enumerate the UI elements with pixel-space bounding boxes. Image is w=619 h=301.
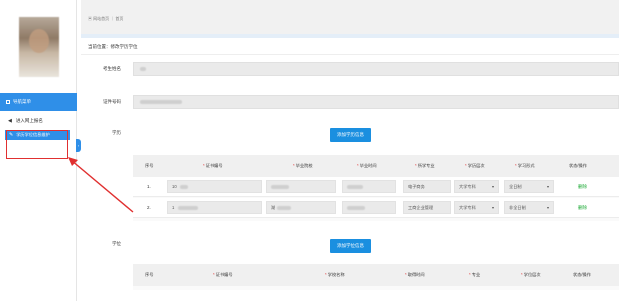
chevron-left-icon: ‹ [77, 143, 80, 148]
name-field[interactable] [133, 62, 619, 76]
major-input[interactable]: 工商企业管理 [403, 201, 451, 214]
col-header-grad-time: * 毕业时间 [357, 163, 377, 168]
form-select[interactable]: 全日制 ▾ [504, 180, 554, 193]
major-input[interactable]: 电子商务 [403, 180, 451, 193]
delete-link[interactable]: 删除 [578, 205, 587, 211]
delete-link[interactable]: 删除 [578, 184, 587, 190]
name-label: 考生姓名 [103, 66, 121, 71]
school-input[interactable] [266, 180, 336, 193]
col-header-school: * 毕业院校 [293, 163, 313, 168]
degree-table: 序号 * 证书编号 * 毕业院校 * 毕业时间 * 所学专业 * 学历层次 * … [133, 155, 619, 221]
main-content: 当前位置：修改学历学位 考生姓名 证件号码 学历 添加学历信息 序号 * 证书编… [81, 38, 619, 301]
col-header-major: * 所学专业 [415, 163, 435, 168]
add-degree-button[interactable]: 添加学历信息 [330, 128, 371, 142]
nav-title: 导航菜单 [13, 99, 31, 104]
row-index: 2. [147, 205, 151, 210]
col-header-obtain-time: * 取得时间 [405, 272, 425, 277]
nav-header: 导航菜单 [0, 93, 77, 111]
id-number-label: 证件号码 [103, 99, 121, 104]
annotation-highlight-box [6, 130, 68, 159]
col-header-major: * 专业 [469, 272, 481, 277]
col-header-degree-level: * 学位层次 [521, 272, 541, 277]
col-header-operation: 状态/操作 [573, 272, 591, 277]
id-number-field[interactable] [133, 95, 619, 109]
degree-section-label: 学历 [112, 130, 121, 135]
divider [81, 54, 619, 55]
top-strip [81, 0, 619, 36]
col-header-cert: * 证书编号 [213, 272, 233, 277]
col-header-school: * 学校名称 [325, 272, 345, 277]
cert-number-input[interactable]: 10 [167, 180, 262, 193]
degree-table-header: 序号 * 证书编号 * 毕业院校 * 毕业时间 * 所学专业 * 学历层次 * … [133, 155, 619, 177]
add-degree-button-2[interactable]: 添加学位信息 [330, 239, 371, 253]
row-index: 1. [147, 184, 151, 189]
degree-table-2: 序号 * 证书编号 * 学校名称 * 取得时间 * 专业 * 学位层次 状态/操… [133, 264, 619, 290]
degree-section-label-2: 学位 [112, 241, 121, 246]
col-header-index: 序号 [145, 272, 154, 277]
col-header-operation: 状态/操作 [569, 163, 587, 168]
menu-icon [6, 100, 10, 104]
sidebar-item-label: 进入网上报名 [15, 118, 43, 123]
back-arrow-icon: ◀ [8, 118, 12, 124]
col-header-cert: * 证书编号 [203, 163, 223, 168]
sidebar-item-online-registration[interactable]: ◀ 进入网上报名 [8, 116, 43, 126]
col-header-index: 序号 [145, 163, 154, 168]
level-select[interactable]: 大学专科 ▾ [454, 201, 499, 214]
avatar [19, 17, 59, 77]
table-row: 1. 10 电子商务 大学专科 ▾ 全日制 ▾ 删除 [133, 177, 619, 197]
level-select[interactable]: 大学专科 ▾ [454, 180, 499, 193]
cert-number-input[interactable]: 1 [167, 201, 262, 214]
table-row: 2. 1 湖 工商企业管理 大学专科 ▾ 非全日制 ▾ 删除 [133, 198, 619, 218]
col-header-level: * 学历层次 [465, 163, 485, 168]
degree-table-2-header: 序号 * 证书编号 * 学校名称 * 取得时间 * 专业 * 学位层次 状态/操… [133, 264, 619, 286]
sidebar: 导航菜单 ◀ 进入网上报名 ✎ 学历学位信息维护 [0, 0, 77, 301]
grad-time-input[interactable] [342, 180, 396, 193]
breadcrumb: 当前位置：修改学历学位 [88, 44, 138, 49]
tab-home[interactable]: ▣ 网站首页 ｜ 首页 [88, 16, 123, 22]
grad-time-input[interactable] [342, 201, 396, 214]
form-select[interactable]: 非全日制 ▾ [504, 201, 554, 214]
school-input[interactable]: 湖 [266, 201, 336, 214]
col-header-form: * 学习形式 [515, 163, 535, 168]
